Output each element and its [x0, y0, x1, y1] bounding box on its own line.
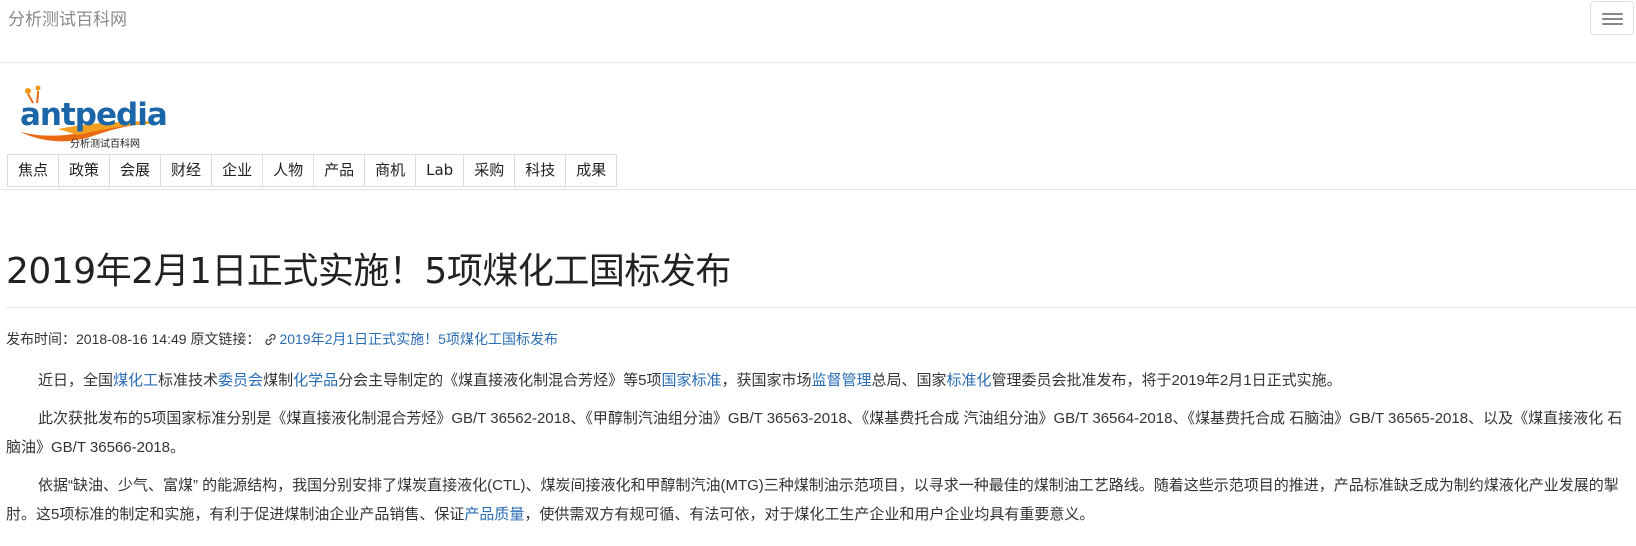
- keyword-link[interactable]: 标准化: [947, 372, 992, 389]
- link-icon: [265, 333, 277, 346]
- antpedia-logo[interactable]: antpedia 分析测试百科网: [18, 85, 178, 151]
- article-body: 近日，全国煤化工标准技术委员会煤制化学品分会主导制定的《煤直接液化制混合芳烃》等…: [6, 366, 1632, 538]
- source-link[interactable]: 2019年2月1日正式实施！5项煤化工国标发布: [279, 331, 558, 347]
- nav-item-10[interactable]: 科技: [514, 155, 565, 186]
- menu-toggle-button[interactable]: [1590, 1, 1634, 35]
- keyword-link[interactable]: 煤化工: [113, 372, 158, 389]
- article-paragraph: 此次获批发布的5项国家标准分别是《煤直接液化制混合芳烃》GB/T 36562-2…: [6, 404, 1632, 462]
- nav-item-4[interactable]: 企业: [211, 155, 262, 186]
- nav-item-8[interactable]: Lab: [415, 155, 463, 186]
- paragraph-text: 标准技术: [158, 372, 219, 389]
- published-time: 2018-08-16 14:49: [76, 331, 187, 347]
- article-title: 2019年2月1日正式实施！5项煤化工国标发布: [6, 251, 731, 292]
- nav-item-7[interactable]: 商机: [364, 155, 415, 186]
- source-label: 原文链接：: [190, 331, 261, 347]
- paragraph-text: 煤制: [263, 372, 294, 389]
- logo-subtitle: 分析测试百科网: [70, 137, 140, 150]
- nav-item-9[interactable]: 采购: [463, 155, 514, 186]
- keyword-link[interactable]: 化学品: [293, 372, 338, 389]
- keyword-link[interactable]: 产品质量: [464, 506, 524, 523]
- paragraph-text: 总局、国家: [871, 372, 947, 389]
- keyword-link[interactable]: 监督管理: [811, 372, 871, 389]
- nav-item-11[interactable]: 成果: [565, 155, 616, 186]
- nav-item-3[interactable]: 财经: [160, 155, 211, 186]
- paragraph-text: 近日，全国: [38, 372, 114, 389]
- hamburger-icon-line: [1602, 13, 1623, 15]
- article-paragraph: 依据“缺油、少气、富煤” 的能源结构，我国分别安排了煤炭直接液化(CTL)、煤炭…: [6, 471, 1632, 529]
- logo-wordmark: antpedia: [20, 97, 167, 133]
- hamburger-icon-line: [1602, 18, 1623, 20]
- article-meta: 发布时间：2018-08-16 14:49 原文链接： 2019年2月1日正式实施…: [6, 329, 558, 349]
- hamburger-icon-line: [1602, 23, 1623, 25]
- paragraph-text: 此次获批发布的5项国家标准分别是《煤直接液化制混合芳烃》GB/T 36562-2…: [6, 410, 1623, 456]
- top-bar: 分析测试百科网: [0, 0, 1636, 63]
- paragraph-text: 分会主导制定的《煤直接液化制混合芳烃》等5项: [338, 372, 662, 389]
- article-paragraph: 近日，全国煤化工标准技术委员会煤制化学品分会主导制定的《煤直接液化制混合芳烃》等…: [6, 366, 1632, 395]
- published-label: 发布时间：: [6, 331, 76, 347]
- paragraph-text: ，获国家市场: [721, 372, 812, 389]
- nav-item-6[interactable]: 产品: [313, 155, 364, 186]
- main-nav: 焦点 政策 会展 财经 企业 人物 产品 商机 Lab 采购 科技 成果: [7, 154, 618, 187]
- keyword-link[interactable]: 委员会: [218, 372, 263, 389]
- title-divider: [6, 307, 1636, 308]
- paragraph-text: 管理委员会批准发布，将于2019年2月1日正式实施。: [991, 372, 1342, 389]
- nav-item-2[interactable]: 会展: [109, 155, 160, 186]
- paragraph-text: ，使供需双方有规可循、有法可依，对于煤化工生产企业和用户企业均具有重要意义。: [524, 506, 1095, 523]
- nav-item-1[interactable]: 政策: [58, 155, 109, 186]
- site-brand[interactable]: 分析测试百科网: [8, 5, 127, 30]
- keyword-link[interactable]: 国家标准: [661, 372, 721, 389]
- site-header: antpedia 分析测试百科网 焦点 政策 会展 财经 企业 人物 产品 商机 Lab 采购 科技…: [0, 63, 1636, 190]
- nav-item-5[interactable]: 人物: [262, 155, 313, 186]
- nav-item-0[interactable]: 焦点: [8, 155, 58, 186]
